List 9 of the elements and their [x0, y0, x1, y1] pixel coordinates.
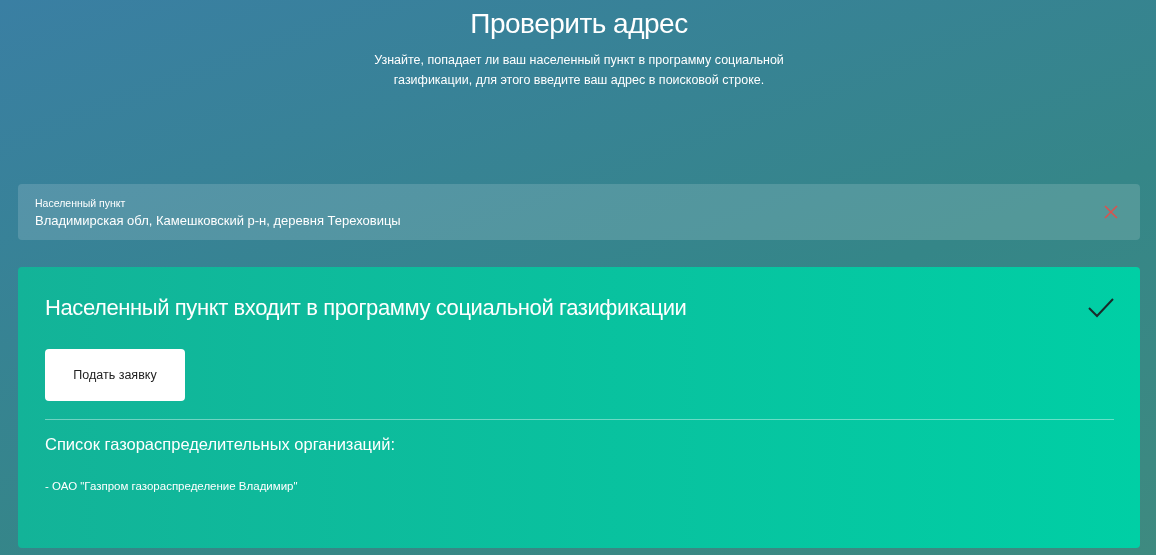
organization-item: - ОАО "Газпром газораспределение Владимир"	[45, 480, 298, 492]
field-value: Владимирская обл, Камешковский р-н, деревня Тереховицы	[35, 212, 401, 228]
description: Узнайте, попадает ли ваш населенный пункт в программу социальной газификации, для этого введите ваш адрес в поисковой строке.	[373, 52, 785, 89]
clear-icon[interactable]	[1104, 205, 1118, 219]
list-title: Список газораспределительных организаций:	[45, 435, 396, 454]
apply-button[interactable]: Подать заявку	[45, 349, 185, 401]
page-title: Проверить адрес	[470, 8, 688, 40]
result-message: Населенный пункт входит в программу социальной газификации	[45, 295, 687, 321]
field-label: Населенный пункт	[35, 196, 127, 209]
